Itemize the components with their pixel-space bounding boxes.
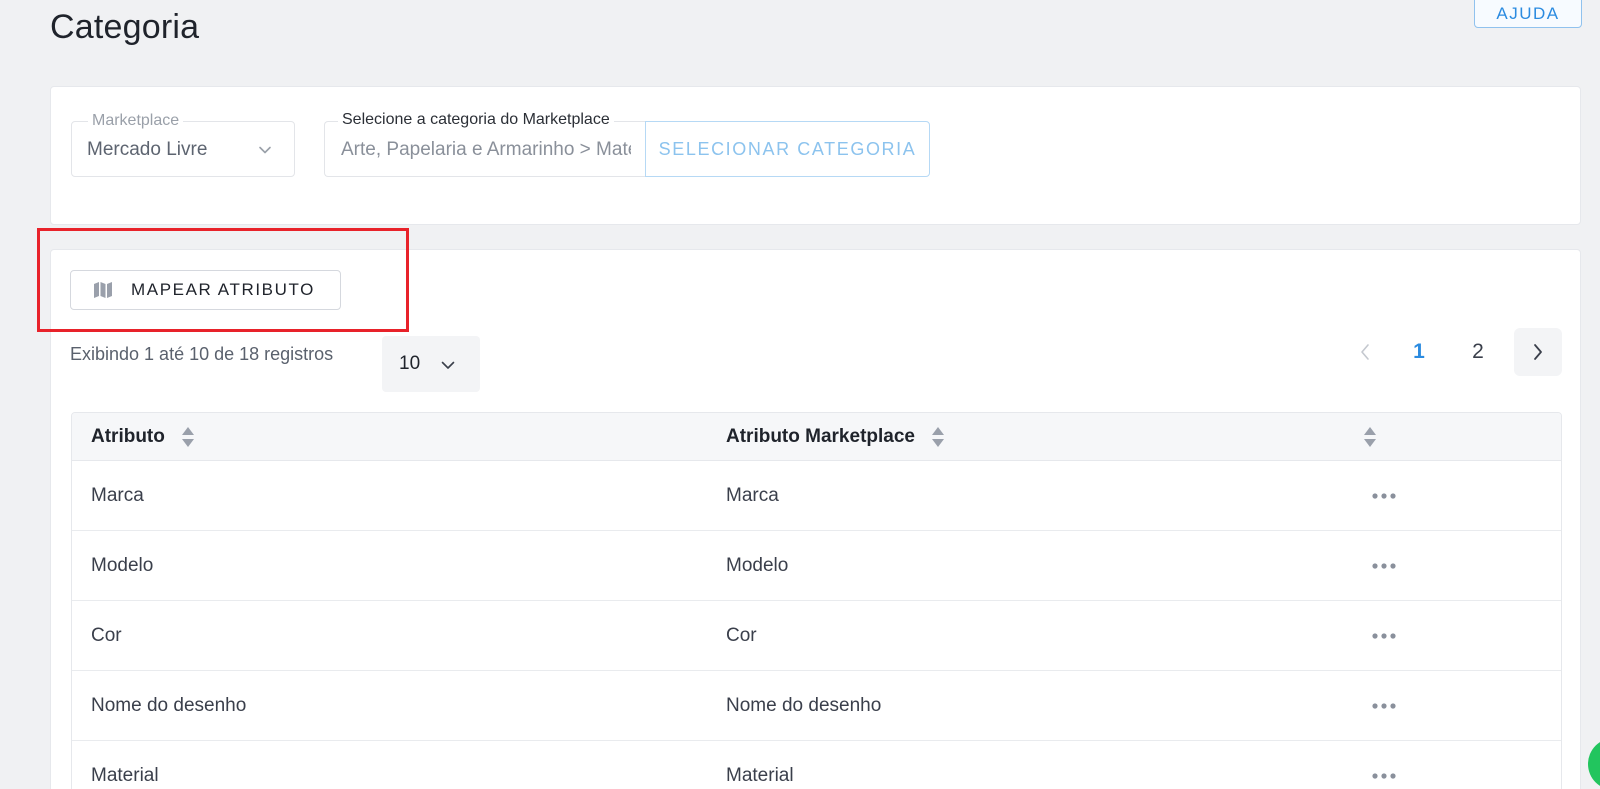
table-header: Atributo Atributo Marketplace xyxy=(72,413,1561,461)
table-row: Material Material xyxy=(72,741,1561,789)
page-button-2[interactable]: 2 xyxy=(1454,328,1502,376)
chat-button[interactable] xyxy=(1588,738,1600,789)
attribute-cell: Cor xyxy=(91,625,122,646)
attribute-cell: Marca xyxy=(91,485,144,506)
table-row: Cor Cor xyxy=(72,601,1561,671)
sort-icon xyxy=(181,427,194,447)
marketplace-label: Marketplace xyxy=(88,112,184,130)
previous-page-button[interactable] xyxy=(1341,328,1389,376)
page: Categoria AJUDA Marketplace Mercado Livr… xyxy=(0,0,1600,789)
more-horizontal-icon xyxy=(1372,493,1396,499)
sort-icon xyxy=(1364,427,1376,447)
marketplace-attribute-cell: Marca xyxy=(726,485,779,506)
table-row: Nome do desenho Nome do desenho xyxy=(72,671,1561,741)
page-title: Categoria xyxy=(50,8,200,46)
column-header-actions[interactable] xyxy=(1363,413,1377,461)
attribute-cell: Modelo xyxy=(91,555,154,576)
table-row: Marca Marca xyxy=(72,461,1561,531)
marketplace-select[interactable]: Marketplace Mercado Livre xyxy=(71,112,295,177)
filters-card: Marketplace Mercado Livre Arte, Papelari… xyxy=(50,86,1581,225)
column-header-label: Atributo xyxy=(91,426,165,447)
marketplace-attribute-cell: Material xyxy=(726,765,794,786)
select-category-button[interactable]: SELECIONAR CATEGORIA xyxy=(645,121,930,177)
category-field[interactable]: Arte, Papelaria e Armarinho > Materiais … xyxy=(324,121,645,177)
more-horizontal-icon xyxy=(1372,563,1396,569)
chevron-down-icon xyxy=(441,361,455,369)
help-button[interactable]: AJUDA xyxy=(1474,0,1582,28)
chevron-left-icon xyxy=(1361,344,1369,360)
next-page-button[interactable] xyxy=(1514,328,1562,376)
row-actions-button[interactable] xyxy=(1368,671,1400,741)
attributes-table: Atributo Atributo Marketplace Marca Marc… xyxy=(71,412,1562,789)
chevron-down-icon xyxy=(259,146,271,154)
page-size-select[interactable]: 10 xyxy=(382,336,480,392)
row-actions-button[interactable] xyxy=(1368,461,1400,531)
page-button-1[interactable]: 1 xyxy=(1395,328,1443,376)
row-actions-button[interactable] xyxy=(1368,741,1400,789)
marketplace-attribute-cell: Modelo xyxy=(726,555,789,576)
more-horizontal-icon xyxy=(1372,633,1396,639)
highlight-box xyxy=(37,228,409,332)
attribute-cell: Material xyxy=(91,765,159,786)
attribute-cell: Nome do desenho xyxy=(91,695,247,716)
marketplace-value: Mercado Livre xyxy=(87,139,208,160)
sort-icon xyxy=(931,427,944,447)
column-header-attribute[interactable]: Atributo xyxy=(91,413,195,461)
category-label: Selecione a categoria do Marketplace xyxy=(338,111,614,129)
marketplace-attribute-cell: Nome do desenho xyxy=(726,695,882,716)
category-value: Arte, Papelaria e Armarinho > Materiais … xyxy=(341,139,631,160)
column-header-label: Atributo Marketplace xyxy=(726,426,915,447)
more-horizontal-icon xyxy=(1372,773,1396,779)
category-input-group: Arte, Papelaria e Armarinho > Materiais … xyxy=(324,111,930,177)
row-actions-button[interactable] xyxy=(1368,531,1400,601)
column-header-marketplace-attribute[interactable]: Atributo Marketplace xyxy=(726,413,945,461)
table-row: Modelo Modelo xyxy=(72,531,1561,601)
records-info: Exibindo 1 até 10 de 18 registros xyxy=(70,344,334,364)
more-horizontal-icon xyxy=(1372,703,1396,709)
page-size-value: 10 xyxy=(399,353,421,374)
row-actions-button[interactable] xyxy=(1368,601,1400,671)
marketplace-attribute-cell: Cor xyxy=(726,625,757,646)
chevron-right-icon xyxy=(1534,344,1542,360)
